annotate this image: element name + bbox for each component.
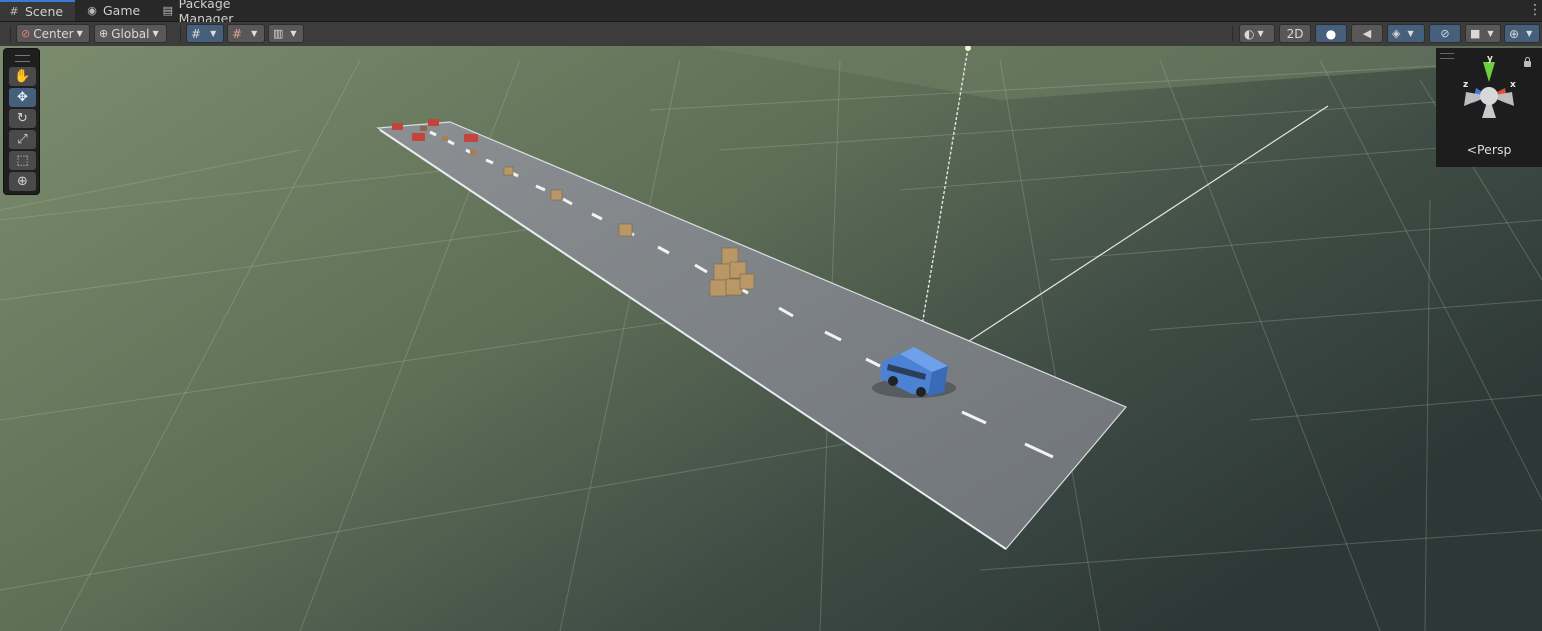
grid-lines-icon: ▥ (273, 27, 284, 40)
transform-tool-button[interactable]: ⊕ (9, 172, 36, 191)
toolbar-separator (1232, 26, 1233, 42)
overlay-grip-handle[interactable] (15, 55, 30, 62)
move-arrows-icon: ✥ (17, 90, 28, 105)
rotate-tool-button[interactable]: ↻ (9, 109, 36, 128)
pivot-center-icon: ⊘ (21, 27, 31, 40)
axis-y-label: y (1487, 54, 1493, 64)
projection-toggle[interactable]: <Persp (1436, 142, 1542, 157)
chevron-down-icon: ▼ (152, 29, 159, 38)
projection-label: Persp (1477, 142, 1512, 157)
2d-toggle-label: 2D (1286, 26, 1304, 41)
chevron-down-icon: ▼ (1487, 29, 1494, 38)
camera-icon: ■ (1470, 27, 1481, 40)
tab-scene-label: Scene (25, 4, 64, 19)
axis-x-label: x (1510, 80, 1516, 90)
toolbar-separator (180, 26, 181, 42)
pivot-rotation-label: Global (111, 26, 150, 41)
grid-snap-toggle[interactable]: # ▼ (186, 24, 224, 43)
tab-scene[interactable]: # Scene (0, 0, 75, 21)
grid-icon: # (9, 5, 19, 18)
tab-game-label: Game (103, 3, 141, 18)
chevron-down-icon: ▼ (76, 29, 83, 38)
rect-tool-button[interactable]: ⬚ (9, 151, 36, 170)
globe-icon: ⊕ (99, 27, 109, 40)
chevron-down-icon: ▼ (290, 29, 297, 38)
scene-toolbar: ⊘ Center ▼ ⊕ Global ▼ # ▼ # ▼ ▥ ▼ ◐ ▼ 2D… (0, 22, 1542, 47)
hand-icon: ✋ (14, 69, 31, 84)
move-tool-button[interactable]: ✥ (9, 88, 36, 107)
increment-snap-icon: # (232, 26, 243, 41)
audio-toggle-button[interactable]: ◀ (1351, 24, 1383, 43)
grid-snap-icon: # (191, 26, 202, 41)
scale-icon: ⤢ (17, 132, 28, 147)
pivot-rotation-dropdown[interactable]: ⊕ Global ▼ (94, 24, 167, 43)
scene-visibility-toggle[interactable]: ⊘ (1429, 24, 1461, 43)
rect-transform-icon: ⬚ (16, 153, 29, 168)
axis-z-label: z (1463, 80, 1469, 90)
lighting-toggle-button[interactable]: ● (1315, 24, 1347, 43)
speaker-muted-icon: ◀ (1362, 27, 1372, 40)
effects-dropdown[interactable]: ◈ ▼ (1387, 24, 1425, 43)
lightbulb-icon: ● (1325, 26, 1337, 41)
hand-tool-button[interactable]: ✋ (9, 67, 36, 86)
eye-slash-icon: ⊘ (1440, 27, 1450, 40)
layers-icon: ◈ (1392, 27, 1401, 40)
pivot-mode-label: Center (33, 26, 74, 41)
chevron-down-icon: ▼ (251, 29, 258, 38)
tab-package-manager[interactable]: ▤ Package Manager (154, 0, 294, 26)
increment-snap-toggle[interactable]: # ▼ (227, 24, 265, 43)
gamepad-icon: ◉ (87, 4, 97, 17)
chevron-down-icon: ▼ (210, 29, 217, 38)
chevron-down-icon: ▼ (1407, 29, 1414, 38)
chevron-down-icon: ▼ (1257, 29, 1264, 38)
scene-viewport[interactable] (0, 46, 1542, 631)
draw-mode-dropdown[interactable]: ◐ ▼ (1239, 24, 1275, 43)
orientation-gizmo: y x z <Persp (1436, 48, 1542, 167)
transform-icon: ⊕ (17, 174, 28, 189)
pivot-mode-dropdown[interactable]: ⊘ Center ▼ (16, 24, 90, 43)
toolbar-separator (10, 26, 11, 42)
shading-sphere-icon: ◐ (1244, 26, 1255, 41)
2d-toggle-button[interactable]: 2D (1279, 24, 1311, 43)
gizmos-dropdown[interactable]: ⊕ ▼ (1504, 24, 1540, 43)
tab-bar: # Scene ◉ Game ▤ Package Manager ⋮ (0, 0, 1542, 26)
more-options-icon[interactable]: ⋮ (1528, 2, 1542, 18)
tab-game[interactable]: ◉ Game (78, 0, 156, 21)
rotate-icon: ↻ (17, 111, 28, 126)
chevron-down-icon: ▼ (1526, 29, 1533, 38)
tools-overlay: ✋ ✥ ↻ ⤢ ⬚ ⊕ (3, 48, 40, 195)
package-icon: ▤ (162, 4, 174, 17)
scale-tool-button[interactable]: ⤢ (9, 130, 36, 149)
perspective-icon: < (1466, 142, 1478, 157)
gizmo-globe-icon: ⊕ (1509, 26, 1520, 41)
camera-settings-dropdown[interactable]: ■ ▼ (1465, 24, 1501, 43)
scene-render (0, 46, 1542, 631)
grid-visibility-toggle[interactable]: ▥ ▼ (268, 24, 304, 43)
